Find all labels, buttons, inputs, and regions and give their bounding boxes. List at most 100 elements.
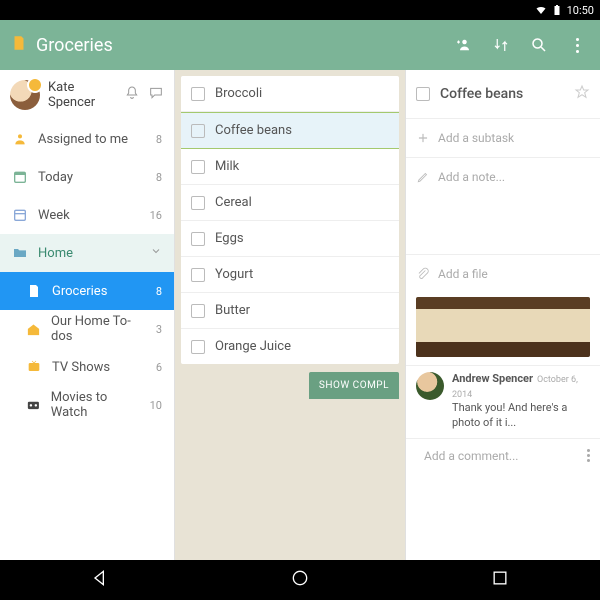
add-person-icon[interactable]: [454, 36, 472, 54]
house-icon: [26, 321, 41, 337]
android-status-bar: 10:50: [0, 0, 600, 20]
clock: 10:50: [567, 4, 594, 17]
sidebar-item-label: Our Home To-dos: [51, 314, 146, 344]
checkbox[interactable]: [191, 304, 205, 318]
tv-icon: [26, 359, 42, 375]
checkbox[interactable]: [191, 232, 205, 246]
add-note-label: Add a note...: [438, 170, 505, 184]
person-icon: [12, 131, 28, 147]
task-title: Milk: [215, 159, 239, 174]
battery-icon: [551, 4, 563, 16]
task-row[interactable]: Eggs: [181, 221, 399, 257]
add-file-row[interactable]: Add a file: [406, 254, 600, 293]
checkbox[interactable]: [191, 340, 205, 354]
sidebar-item-count: 10: [150, 399, 162, 412]
sidebar-item-count: 8: [156, 133, 162, 146]
list-icon: [10, 34, 28, 56]
calendar-today-icon: [12, 169, 28, 185]
sidebar-item-label: Movies to Watch: [51, 390, 140, 420]
checkbox[interactable]: [191, 87, 205, 101]
task-list-panel: Broccoli Coffee beans Milk Cereal Eggs Y…: [175, 70, 405, 560]
task-title: Coffee beans: [215, 123, 292, 138]
sidebar-item-label: Today: [38, 170, 73, 185]
home-button[interactable]: [290, 568, 310, 592]
sidebar-item-label: TV Shows: [52, 360, 110, 375]
plus-icon: [416, 131, 430, 145]
sidebar-item-today[interactable]: Today 8: [0, 158, 174, 196]
add-comment-label: Add a comment...: [424, 449, 518, 463]
attachment-icon: [416, 267, 430, 281]
add-subtask-row[interactable]: Add a subtask: [406, 118, 600, 157]
sidebar-item-count: 8: [156, 285, 162, 298]
star-icon[interactable]: [574, 84, 590, 104]
comment-author: Andrew Spencer: [452, 372, 533, 385]
sidebar-item-label: Week: [38, 208, 70, 223]
sidebar-item-label: Groceries: [52, 284, 107, 299]
attachment-thumbnail[interactable]: [416, 297, 590, 357]
android-nav-bar: [0, 560, 600, 600]
add-note-row[interactable]: Add a note...: [406, 157, 600, 196]
sidebar-item-groceries[interactable]: Groceries 8: [0, 272, 174, 310]
sidebar-item-count: 16: [150, 209, 162, 222]
task-title: Cereal: [215, 195, 252, 210]
task-title: Broccoli: [215, 86, 262, 101]
sort-az-icon[interactable]: [492, 36, 510, 54]
chevron-down-icon: [150, 245, 162, 261]
sidebar-item-movies[interactable]: Movies to Watch 10: [0, 386, 174, 424]
pencil-icon: [416, 170, 430, 184]
overflow-menu-icon[interactable]: [568, 36, 586, 54]
calendar-week-icon: [12, 207, 28, 223]
task-row[interactable]: Coffee beans: [181, 112, 399, 149]
show-completed-button[interactable]: SHOW COMPL: [309, 372, 399, 399]
screen-title: Groceries: [36, 35, 454, 56]
add-file-label: Add a file: [438, 267, 488, 281]
avatar: [10, 80, 40, 110]
wifi-icon: [535, 4, 547, 16]
checkbox[interactable]: [191, 124, 205, 138]
task-row[interactable]: Milk: [181, 149, 399, 185]
user-name: Kate Spencer: [48, 80, 116, 110]
detail-title: Coffee beans: [440, 86, 564, 102]
task-row[interactable]: Orange Juice: [181, 329, 399, 364]
comment-text: Thank you! And here's a photo of it i...: [452, 401, 567, 428]
search-icon[interactable]: [530, 36, 548, 54]
task-title: Yogurt: [215, 267, 253, 282]
task-title: Eggs: [215, 231, 244, 246]
sidebar-item-label: Assigned to me: [38, 132, 128, 147]
sidebar-item-assigned[interactable]: Assigned to me 8: [0, 120, 174, 158]
sidebar: Kate Spencer Assigned to me 8 Today 8 We…: [0, 70, 175, 560]
overflow-menu-icon[interactable]: [587, 449, 590, 462]
user-row[interactable]: Kate Spencer: [0, 70, 174, 120]
task-row[interactable]: Yogurt: [181, 257, 399, 293]
conversations-icon[interactable]: [148, 85, 164, 105]
add-comment-row[interactable]: Add a comment...: [406, 438, 600, 473]
recents-button[interactable]: [490, 568, 510, 592]
avatar: [416, 372, 444, 400]
checkbox[interactable]: [191, 196, 205, 210]
task-row[interactable]: Butter: [181, 293, 399, 329]
list-icon: [26, 283, 42, 299]
task-title: Orange Juice: [215, 339, 291, 354]
checkbox[interactable]: [191, 268, 205, 282]
bell-icon[interactable]: [124, 85, 140, 105]
sidebar-item-label: Home: [38, 246, 73, 261]
sidebar-item-count: 6: [156, 361, 162, 374]
comment: Andrew SpencerOctober 6, 2014 Thank you!…: [406, 365, 600, 438]
task-title: Butter: [215, 303, 250, 318]
task-row[interactable]: Cereal: [181, 185, 399, 221]
task-detail-panel: Coffee beans Add a subtask Add a note...…: [405, 70, 600, 560]
movie-icon: [26, 397, 41, 413]
folder-icon: [12, 245, 28, 261]
sidebar-folder-home[interactable]: Home: [0, 234, 174, 272]
sidebar-item-ourhome[interactable]: Our Home To-dos 3: [0, 310, 174, 348]
back-button[interactable]: [90, 568, 110, 592]
sidebar-item-count: 8: [156, 171, 162, 184]
checkbox[interactable]: [416, 87, 430, 101]
task-row[interactable]: Broccoli: [181, 76, 399, 112]
sidebar-item-count: 3: [156, 323, 162, 336]
add-subtask-label: Add a subtask: [438, 131, 514, 145]
checkbox[interactable]: [191, 160, 205, 174]
app-bar: Groceries: [0, 20, 600, 70]
sidebar-item-week[interactable]: Week 16: [0, 196, 174, 234]
sidebar-item-tvshows[interactable]: TV Shows 6: [0, 348, 174, 386]
